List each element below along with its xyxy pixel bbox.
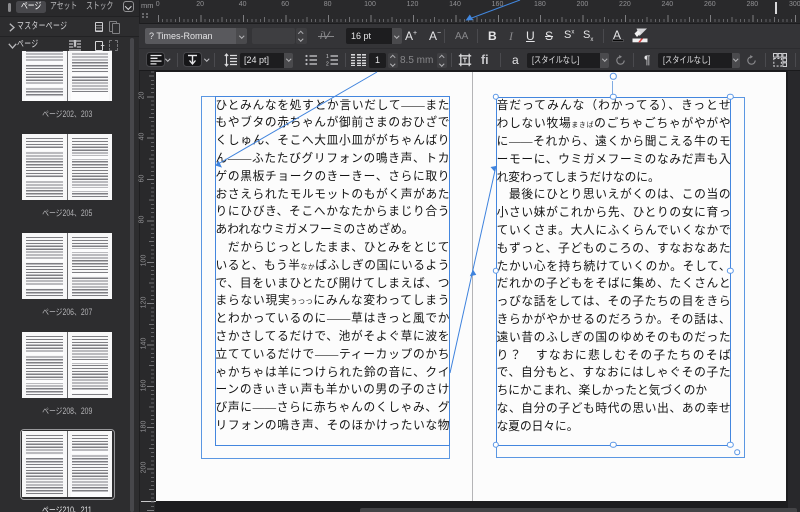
svg-text:1: 1 — [326, 54, 329, 60]
svg-text:2: 2 — [326, 62, 329, 67]
